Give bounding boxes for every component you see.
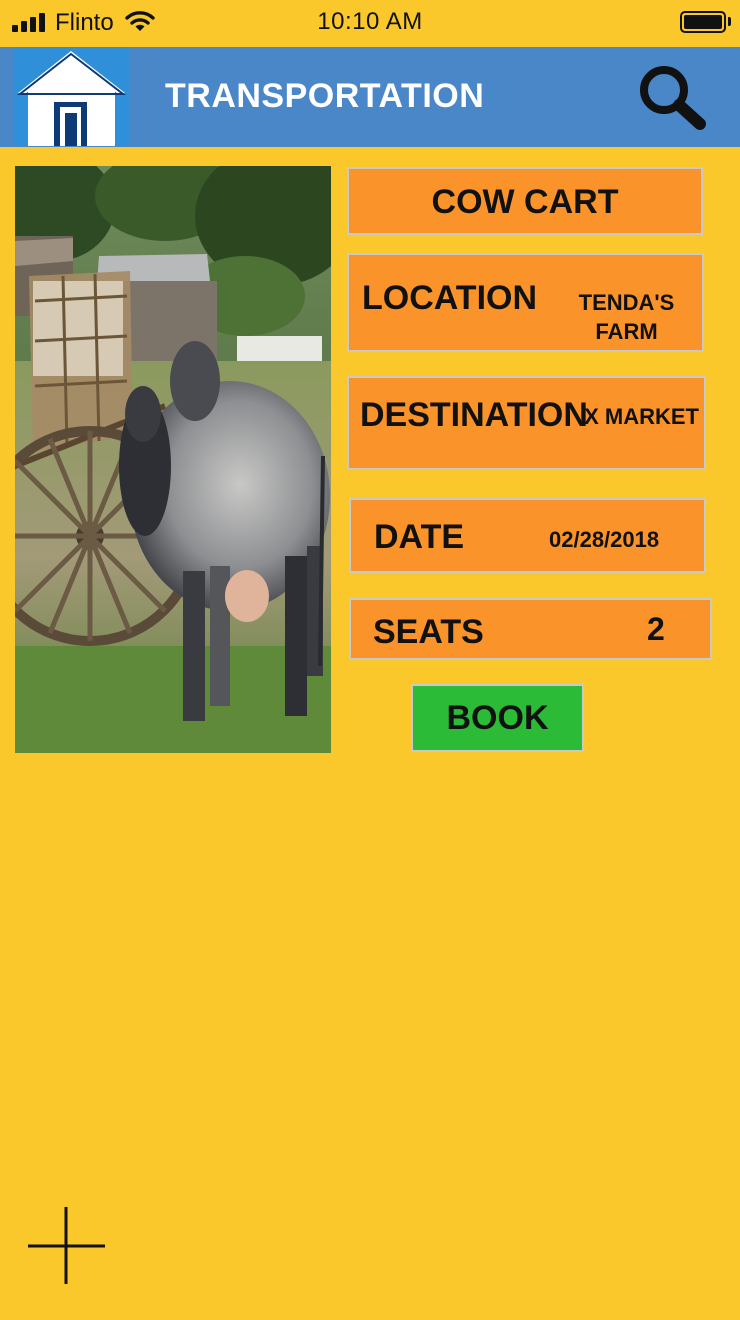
seats-label: SEATS xyxy=(373,613,484,651)
status-time: 10:10 AM xyxy=(317,8,423,35)
home-button[interactable] xyxy=(14,47,129,146)
search-icon xyxy=(640,66,706,130)
app-header: TRANSPORTATION xyxy=(0,47,740,147)
plus-icon xyxy=(28,1207,105,1284)
vehicle-title-card: COW CART xyxy=(347,167,703,235)
date-card: DATE 02/28/2018 xyxy=(349,498,706,573)
seats-value: 2 xyxy=(647,611,665,647)
location-card: LOCATION TENDA'S FARM xyxy=(347,253,704,352)
location-label: LOCATION xyxy=(362,279,538,317)
vehicle-title: COW CART xyxy=(431,183,619,221)
destination-value: X MARKET xyxy=(584,404,699,429)
battery-cap xyxy=(728,17,731,26)
cow-cart-photo xyxy=(15,166,331,753)
page-title: TRANSPORTATION xyxy=(165,77,485,115)
destination-card: DESTINATION X MARKET xyxy=(347,376,706,470)
search-button[interactable] xyxy=(636,62,708,132)
battery-icon xyxy=(680,11,726,33)
status-bar: Flinto 10:10 AM xyxy=(0,0,740,46)
home-icon xyxy=(17,51,126,146)
date-value: 02/28/2018 xyxy=(549,527,660,552)
location-value: TENDA'S FARM xyxy=(578,290,675,344)
seats-card: SEATS 2 xyxy=(349,598,712,660)
destination-label: DESTINATION xyxy=(360,396,588,434)
book-button[interactable]: BOOK xyxy=(411,684,584,752)
date-label: DATE xyxy=(374,518,465,556)
add-button[interactable] xyxy=(26,1206,106,1286)
